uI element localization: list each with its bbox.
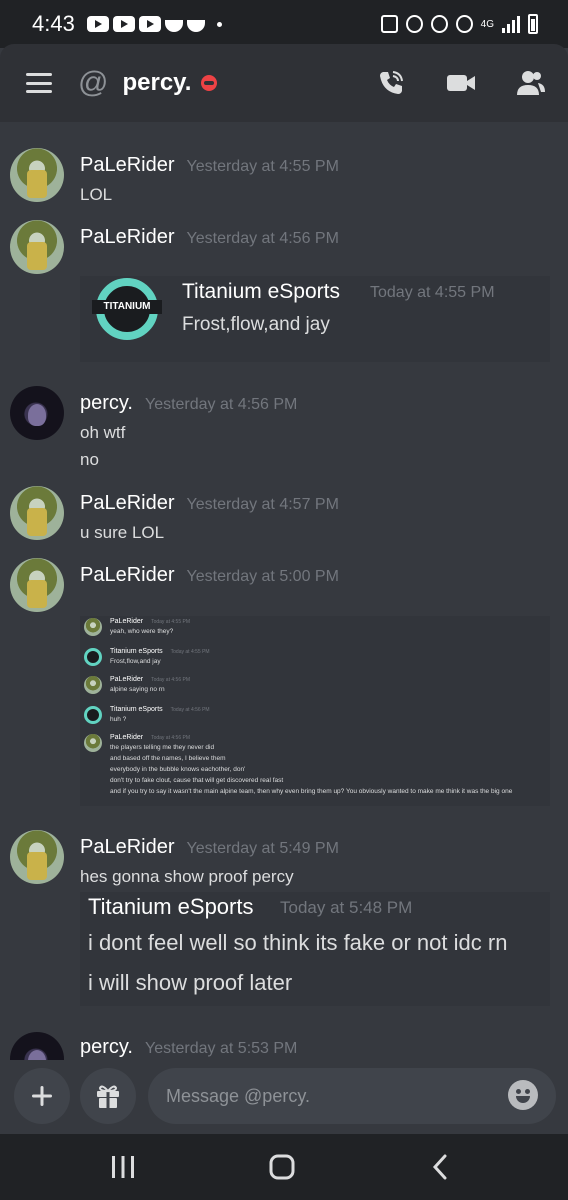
message[interactable]: PaLeRider Yesterday at 4:56 PM TITANIUM … xyxy=(0,220,568,366)
home-icon xyxy=(269,1154,295,1180)
avatar xyxy=(84,734,102,752)
dnd-status-icon xyxy=(201,75,218,91)
back-icon xyxy=(432,1154,447,1180)
message-text: u sure LOL xyxy=(80,523,165,542)
message-author[interactable]: percy. xyxy=(80,1036,133,1059)
avatar xyxy=(84,676,102,694)
message-text: LOL xyxy=(80,185,113,204)
message-text: no xyxy=(80,450,99,469)
message-list[interactable]: PaLeRider Yesterday at 4:55 PM LOL PaLeR… xyxy=(0,122,568,1060)
message-author[interactable]: PaLeRider xyxy=(80,836,175,859)
embed-text: Frost,flow,and jay xyxy=(182,314,330,335)
recent-apps-icon xyxy=(112,1156,134,1178)
system-nav-bar xyxy=(0,1134,568,1200)
app-notification-icon xyxy=(186,20,205,32)
avatar[interactable] xyxy=(10,220,64,274)
avatar[interactable] xyxy=(10,148,64,202)
youtube-icon xyxy=(86,16,109,32)
avatar xyxy=(84,618,102,636)
avatar[interactable] xyxy=(10,386,64,440)
message-input[interactable] xyxy=(148,1068,556,1124)
message-timestamp: Yesterday at 4:57 PM xyxy=(186,496,339,513)
members-icon[interactable] xyxy=(516,68,546,98)
recent-apps-button[interactable] xyxy=(103,1152,143,1182)
channel-header: @ percy. xyxy=(0,44,568,122)
message[interactable]: PaLeRider Yesterday at 5:00 PM PaLeRider… xyxy=(0,558,568,814)
notification-icons xyxy=(86,16,222,32)
embed-text: i dont feel well so think its fake or no… xyxy=(88,930,508,955)
message[interactable]: percy. Yesterday at 4:56 PM oh wtf no xyxy=(0,386,568,476)
youtube-icon xyxy=(138,16,161,32)
message-author[interactable]: PaLeRider xyxy=(80,564,175,587)
message[interactable]: PaLeRider Yesterday at 5:49 PM hes gonna… xyxy=(0,830,568,1010)
message[interactable]: PaLeRider Yesterday at 4:57 PM u sure LO… xyxy=(0,486,568,546)
gift-button[interactable] xyxy=(80,1068,136,1124)
battery-icon xyxy=(528,14,538,34)
network-type: 4G xyxy=(480,18,494,30)
message[interactable]: percy. Yesterday at 5:53 PM xyxy=(0,1030,568,1060)
status-time: 4:43 xyxy=(32,11,75,36)
video-icon[interactable] xyxy=(446,68,476,98)
image-attachment[interactable]: PaLeRider Today at 4:55 PM yeah, who were… xyxy=(80,616,550,806)
at-icon: @ xyxy=(78,66,109,99)
embed-text: i will show proof later xyxy=(88,970,293,995)
message[interactable]: PaLeRider Yesterday at 4:55 PM LOL xyxy=(0,148,568,208)
avatar[interactable] xyxy=(10,486,64,540)
message-text: hes gonna show proof percy xyxy=(80,867,294,886)
avatar xyxy=(84,706,102,724)
alarm-icon xyxy=(405,15,423,33)
message-timestamp: Yesterday at 5:49 PM xyxy=(186,840,339,857)
message-timestamp: Yesterday at 5:00 PM xyxy=(186,568,339,585)
battery-saver-icon xyxy=(380,15,398,33)
embed-author: Titanium eSports xyxy=(182,280,340,303)
emoji-icon[interactable] xyxy=(508,1080,538,1110)
page-title: percy. xyxy=(122,69,192,96)
call-icon[interactable] xyxy=(376,68,406,98)
message-timestamp: Yesterday at 4:55 PM xyxy=(186,158,339,175)
home-button[interactable] xyxy=(262,1152,302,1182)
back-button[interactable] xyxy=(420,1152,460,1182)
image-attachment[interactable]: Titanium eSports Today at 5:48 PM i dont… xyxy=(80,892,550,1006)
avatar[interactable] xyxy=(10,830,64,884)
more-notifications-icon xyxy=(216,21,222,27)
plus-icon xyxy=(32,1086,52,1106)
message-author[interactable]: percy. xyxy=(80,392,133,415)
signal-icon xyxy=(502,15,520,33)
embed-author: Titanium eSports xyxy=(88,894,254,919)
menu-icon[interactable] xyxy=(26,73,52,93)
gift-icon xyxy=(97,1085,119,1108)
message-author[interactable]: PaLeRider xyxy=(80,154,175,177)
message-text: oh wtf xyxy=(80,423,126,442)
avatar[interactable] xyxy=(10,558,64,612)
titanium-logo: TITANIUM xyxy=(92,278,162,340)
wifi-icon xyxy=(455,15,473,33)
message-timestamp: Yesterday at 4:56 PM xyxy=(144,396,298,413)
message-timestamp: Yesterday at 4:56 PM xyxy=(186,230,339,247)
avatar[interactable] xyxy=(10,1032,64,1060)
message-author[interactable]: PaLeRider xyxy=(80,226,175,249)
embed-timestamp: Today at 4:55 PM xyxy=(370,284,495,301)
system-icons: 4G xyxy=(380,14,538,34)
avatar xyxy=(84,648,102,666)
message-timestamp: Yesterday at 5:53 PM xyxy=(144,1040,298,1057)
mute-icon xyxy=(430,15,448,33)
youtube-icon xyxy=(112,16,135,32)
image-attachment[interactable]: TITANIUM Titanium eSports Today at 4:55 … xyxy=(80,276,550,362)
message-author[interactable]: PaLeRider xyxy=(80,492,175,515)
message-composer xyxy=(0,1060,568,1134)
status-bar: 4:43 4G xyxy=(0,0,568,48)
add-attachment-button[interactable] xyxy=(14,1068,70,1124)
embed-timestamp: Today at 5:48 PM xyxy=(280,898,413,917)
app-notification-icon xyxy=(164,20,183,32)
